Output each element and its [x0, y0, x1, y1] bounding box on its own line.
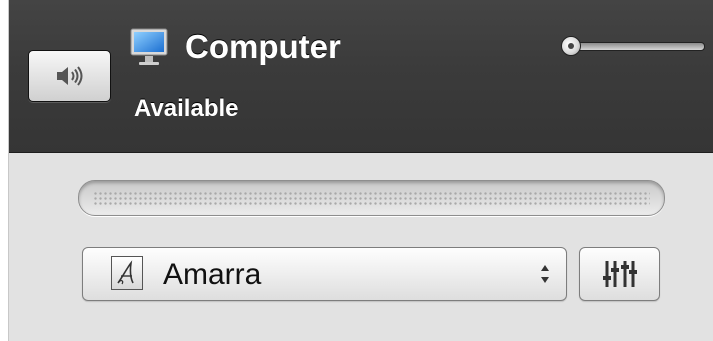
progress-track-texture: [93, 191, 650, 205]
playback-progress-bar[interactable]: [78, 180, 665, 216]
volume-slider-knob[interactable]: [561, 36, 581, 56]
volume-slider-track[interactable]: [573, 42, 705, 51]
player-select[interactable]: Amarra: [82, 247, 567, 301]
speaker-button[interactable]: [28, 50, 111, 102]
airplay-device-panel: Computer Available Amarra: [8, 0, 713, 341]
speaker-icon: [56, 66, 82, 86]
device-name: Computer: [185, 28, 341, 65]
volume-slider[interactable]: [561, 36, 705, 56]
player-name: Amarra: [163, 258, 262, 291]
device-header: Computer Available: [9, 0, 713, 153]
equalizer-settings-button[interactable]: [579, 247, 660, 301]
amarra-logo-icon: [111, 256, 143, 290]
equalizer-sliders-icon: [602, 261, 637, 287]
monitor-icon: [130, 28, 168, 65]
chevron-up-down-icon: [541, 265, 549, 283]
device-status: Available: [134, 95, 239, 122]
